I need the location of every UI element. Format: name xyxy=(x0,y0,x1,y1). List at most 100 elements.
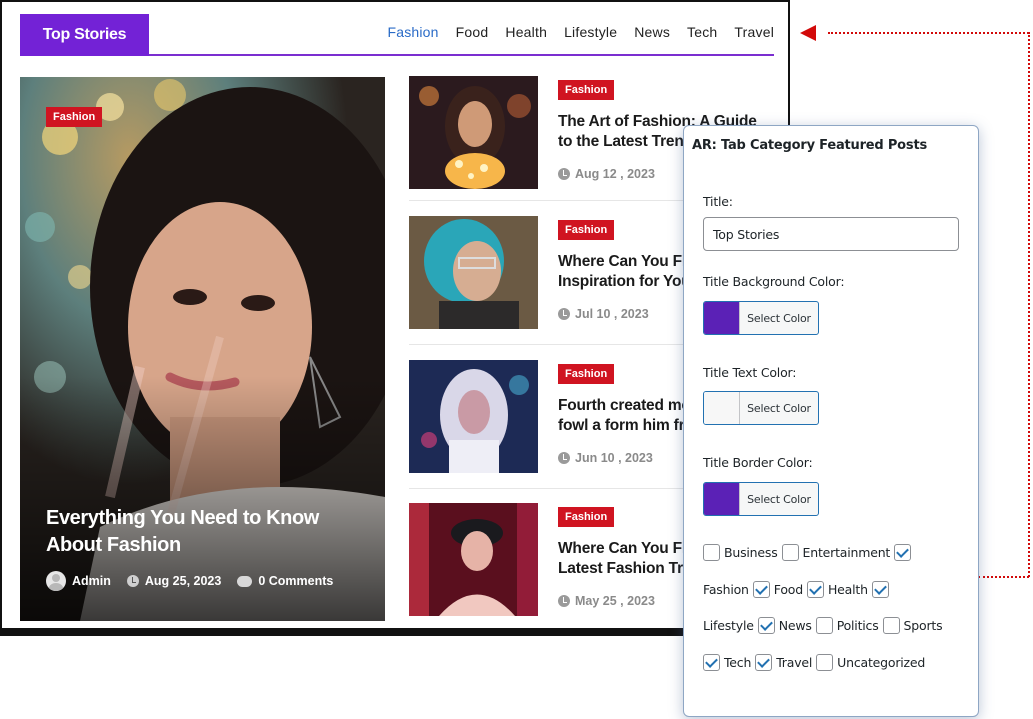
tab-tech[interactable]: Tech xyxy=(687,24,717,40)
clock-icon xyxy=(558,168,570,180)
text-color-picker[interactable]: Select Color xyxy=(703,391,819,425)
panel-heading: AR: Tab Category Featured Posts xyxy=(692,138,928,153)
checkbox-label: Tech xyxy=(724,655,752,670)
post-date: Aug 12 , 2023 xyxy=(558,167,655,181)
checkbox-business[interactable] xyxy=(703,544,720,561)
checkbox-label: Health xyxy=(827,582,868,597)
tab-news[interactable]: News xyxy=(634,24,670,40)
avatar xyxy=(46,571,66,591)
connector-line xyxy=(828,32,1029,34)
thumbnail-image xyxy=(409,503,538,616)
checkbox-label: News xyxy=(778,618,812,633)
checkbox-travel[interactable] xyxy=(755,654,773,671)
comment-icon xyxy=(237,575,253,587)
category-option[interactable]: Tech xyxy=(703,654,751,671)
arrow-icon xyxy=(800,25,816,41)
category-badge[interactable]: Fashion xyxy=(558,364,615,384)
post-date: May 25 , 2023 xyxy=(558,594,655,608)
category-option[interactable]: Lifestyle xyxy=(703,618,754,633)
tab-bar: Top Stories Fashion Food Health Lifestyl… xyxy=(20,14,774,56)
featured-post-title[interactable]: Everything You Need to Know About Fashio… xyxy=(46,505,366,559)
clock-icon xyxy=(126,575,139,587)
connector-line xyxy=(978,576,1029,578)
connector-line xyxy=(1028,32,1030,577)
post-meta: Admin Aug 25, 2023 0 Comments xyxy=(46,571,333,591)
tab-travel[interactable]: Travel xyxy=(734,24,774,40)
tab-fashion[interactable]: Fashion xyxy=(387,24,438,40)
checkbox-health[interactable] xyxy=(806,581,824,598)
featured-post[interactable]: Fashion Everything You Need to Know Abou… xyxy=(20,77,385,621)
checkbox-lifestyle[interactable] xyxy=(871,581,889,598)
checkbox-tech[interactable] xyxy=(703,654,720,671)
category-checkbox-row: Business Entertainment xyxy=(703,544,919,561)
bg-color-label: Title Background Color: xyxy=(703,274,845,289)
category-option[interactable]: News xyxy=(757,617,812,634)
checkbox-food[interactable] xyxy=(752,581,770,598)
checkbox-uncategorized[interactable] xyxy=(816,654,834,671)
post-date: Aug 25, 2023 xyxy=(144,574,222,588)
widget-preview: Top Stories Fashion Food Health Lifestyl… xyxy=(0,0,790,636)
post-date: Jun 10 , 2023 xyxy=(558,451,653,465)
date-text: Aug 12 , 2023 xyxy=(575,167,655,181)
date-text: May 25 , 2023 xyxy=(575,594,655,608)
post-date: Jul 10 , 2023 xyxy=(558,307,649,321)
checkbox-entertainment[interactable] xyxy=(781,544,799,561)
checkbox-label: Food xyxy=(773,582,803,597)
checkbox-label: Entertainment xyxy=(802,545,891,560)
category-badge[interactable]: Fashion xyxy=(558,220,615,240)
tab-food[interactable]: Food xyxy=(456,24,489,40)
category-option[interactable]: Food xyxy=(752,581,803,598)
post-thumbnail[interactable] xyxy=(409,360,538,473)
category-checkbox-row: Tech Travel Uncategorized xyxy=(703,654,929,671)
category-tabs: Fashion Food Health Lifestyle News Tech … xyxy=(387,24,774,40)
category-badge[interactable]: Fashion xyxy=(558,80,615,100)
checkbox-label: Politics xyxy=(836,618,879,633)
thumbnail-image xyxy=(409,360,538,473)
post-thumbnail[interactable] xyxy=(409,76,538,189)
clock-icon xyxy=(558,595,570,607)
thumbnail-image xyxy=(409,76,538,189)
category-option[interactable]: Travel xyxy=(755,654,812,671)
border-color-picker[interactable]: Select Color xyxy=(703,482,819,516)
post-thumbnail[interactable] xyxy=(409,216,538,329)
checkbox-label: Fashion xyxy=(703,582,749,597)
category-badge[interactable]: Fashion xyxy=(558,507,615,527)
category-option[interactable]: Uncategorized xyxy=(816,654,925,671)
category-option[interactable]: Sports xyxy=(882,617,943,634)
tab-lifestyle[interactable]: Lifestyle xyxy=(564,24,617,40)
category-option[interactable]: Politics xyxy=(815,617,879,634)
author-name[interactable]: Admin xyxy=(72,574,111,588)
category-option[interactable] xyxy=(871,581,893,598)
checkbox-politics[interactable] xyxy=(815,617,833,634)
category-checkbox-row: Fashion Food Health xyxy=(703,581,897,598)
category-option[interactable] xyxy=(894,544,915,561)
checkbox-fashion[interactable] xyxy=(894,544,912,561)
checkbox-label: Uncategorized xyxy=(837,655,926,670)
select-color-label: Select Color xyxy=(747,311,811,325)
border-color-swatch xyxy=(704,483,740,515)
comments-count[interactable]: 0 Comments xyxy=(258,574,333,588)
category-option[interactable]: Entertainment xyxy=(781,544,891,561)
text-color-swatch xyxy=(704,392,740,424)
title-input[interactable]: Top Stories xyxy=(703,217,959,251)
select-color-label: Select Color xyxy=(747,492,811,506)
category-option[interactable]: Business xyxy=(703,544,778,561)
thumbnail-image xyxy=(409,216,538,329)
widget-title: Top Stories xyxy=(20,14,149,56)
tab-health[interactable]: Health xyxy=(505,24,547,40)
date-text: Jun 10 , 2023 xyxy=(575,451,653,465)
post-thumbnail[interactable] xyxy=(409,503,538,616)
category-option[interactable]: Health xyxy=(806,581,868,598)
select-color-label: Select Color xyxy=(747,401,811,415)
checkbox-news[interactable] xyxy=(757,617,775,634)
bg-color-swatch xyxy=(704,302,740,334)
widget-settings-panel: AR: Tab Category Featured Posts Title: T… xyxy=(683,125,979,717)
category-option[interactable]: Fashion xyxy=(703,582,749,597)
checkbox-sports[interactable] xyxy=(882,617,900,634)
border-color-label: Title Border Color: xyxy=(703,455,813,470)
clock-icon xyxy=(558,452,570,464)
category-badge[interactable]: Fashion xyxy=(46,107,103,127)
checkbox-label: Travel xyxy=(776,655,813,670)
bg-color-picker[interactable]: Select Color xyxy=(703,301,819,335)
checkbox-label: Sports xyxy=(903,618,943,633)
